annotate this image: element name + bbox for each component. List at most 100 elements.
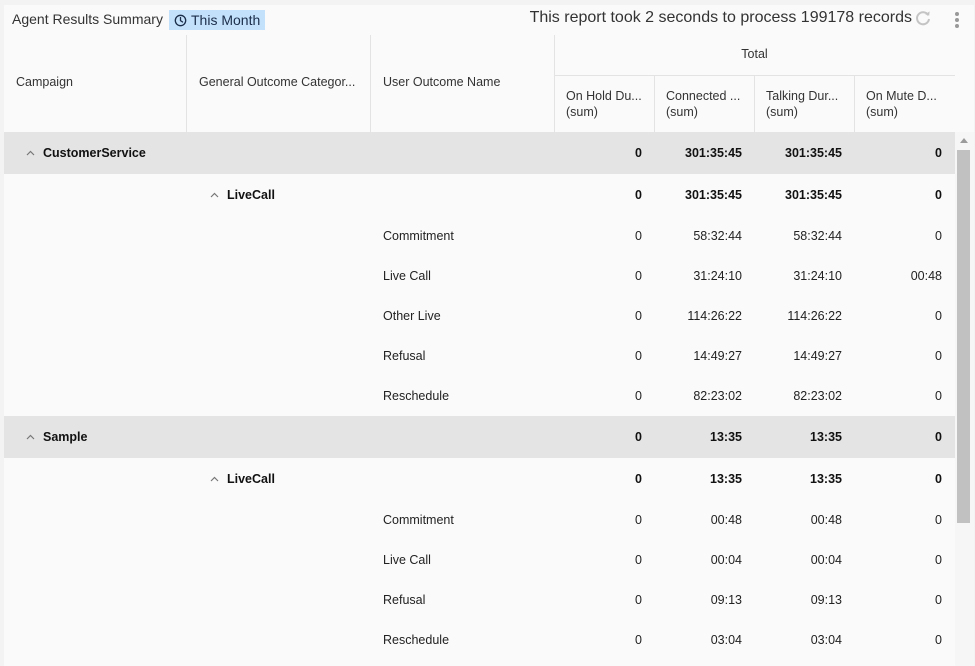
talking-cell: 58:32:44 [793, 229, 842, 243]
table-row[interactable]: Commitment 0 00:48 00:48 0 [4, 500, 955, 540]
period-label: This Month [191, 12, 261, 28]
report-title: Agent Results Summary [12, 11, 163, 27]
row-label: Other Live [383, 309, 441, 323]
connected-cell: 58:32:44 [693, 229, 742, 243]
column-header-on-hold[interactable]: On Hold Du... (sum) [566, 88, 650, 120]
outcome-name-cell: Commitment [383, 500, 454, 540]
column-header-talking[interactable]: Talking Dur... (sum) [766, 88, 850, 120]
on-hold-cell: 0 [635, 513, 642, 527]
on-hold-cell: 0 [635, 553, 642, 567]
column-header-outcome-category[interactable]: General Outcome Categor... [199, 75, 364, 89]
talking-cell: 31:24:10 [793, 269, 842, 283]
talking-cell: 114:26:22 [787, 309, 842, 323]
table-row[interactable]: Commitment 0 58:32:44 58:32:44 0 [4, 216, 955, 256]
talking-cell: 00:04 [810, 553, 842, 567]
on-mute-cell: 0 [935, 633, 942, 647]
on-hold-cell: 0 [635, 430, 642, 444]
campaign-group-row[interactable]: CustomerService 0 301:35:45 301:35:45 0 [4, 132, 955, 174]
category-group-row[interactable]: LiveCall 0 301:35:45 301:35:45 0 [4, 174, 955, 216]
on-mute-cell: 0 [935, 188, 942, 202]
scrollbar-thumb[interactable] [957, 150, 970, 523]
chevron-up-icon[interactable] [210, 192, 219, 198]
row-label: Commitment [383, 513, 454, 527]
vertical-scrollbar[interactable] [955, 132, 974, 666]
row-label: Reschedule [383, 389, 450, 403]
connected-cell: 13:35 [710, 472, 742, 486]
connected-cell: 00:04 [710, 553, 742, 567]
row-label: Live Call [383, 269, 431, 283]
campaign-cell[interactable]: Sample [26, 416, 87, 458]
connected-cell: 114:26:22 [687, 309, 742, 323]
table-row[interactable]: Other Live 0 114:26:22 114:26:22 0 [4, 296, 955, 336]
campaign-group-row[interactable]: Sample 0 13:35 13:35 0 [4, 416, 955, 458]
on-hold-cell: 0 [635, 593, 642, 607]
table-row[interactable]: Live Call 0 31:24:10 31:24:10 00:48 [4, 256, 955, 296]
on-mute-cell: 0 [935, 229, 942, 243]
column-header-connected[interactable]: Connected ... (sum) [666, 88, 750, 120]
on-mute-cell: 0 [935, 553, 942, 567]
on-mute-cell: 0 [935, 430, 942, 444]
column-header-label: Talking Dur... [766, 89, 839, 103]
arrow-up-icon[interactable] [960, 138, 968, 143]
table-row[interactable]: Live Call 0 00:04 00:04 0 [4, 540, 955, 580]
more-vertical-icon[interactable] [954, 12, 960, 28]
table-row[interactable]: Reschedule 0 82:23:02 82:23:02 0 [4, 376, 955, 416]
row-label: CustomerService [43, 146, 146, 160]
column-header-aggregate: (sum) [566, 105, 598, 119]
row-label: Live Call [383, 553, 431, 567]
outcome-name-cell: Live Call [383, 256, 431, 296]
on-hold-cell: 0 [635, 188, 642, 202]
category-group-row[interactable]: LiveCall 0 13:35 13:35 0 [4, 458, 955, 500]
connected-cell: 31:24:10 [693, 269, 742, 283]
on-hold-cell: 0 [635, 349, 642, 363]
outcome-name-cell: Reschedule [383, 376, 449, 416]
on-mute-cell: 0 [935, 349, 942, 363]
connected-cell: 09:13 [710, 593, 742, 607]
refresh-icon[interactable] [914, 9, 932, 27]
column-header-label: Connected ... [666, 89, 741, 103]
outcome-name-cell: Live Call [383, 540, 431, 580]
category-cell[interactable]: LiveCall [210, 458, 275, 500]
row-label: Reschedule [383, 633, 450, 647]
on-mute-cell: 00:48 [910, 269, 942, 283]
talking-cell: 301:35:45 [785, 146, 842, 160]
table-header: Campaign General Outcome Categor... User… [4, 35, 955, 132]
clock-icon [174, 14, 187, 26]
chevron-up-icon[interactable] [26, 434, 35, 440]
column-header-aggregate: (sum) [866, 105, 898, 119]
row-label: Commitment [383, 229, 454, 243]
column-header-campaign[interactable]: Campaign [16, 75, 181, 89]
talking-cell: 14:49:27 [793, 349, 842, 363]
on-hold-cell: 0 [635, 229, 642, 243]
talking-cell: 13:35 [810, 430, 842, 444]
chevron-up-icon[interactable] [210, 476, 219, 482]
talking-cell: 13:35 [810, 472, 842, 486]
on-mute-cell: 0 [935, 513, 942, 527]
on-mute-cell: 0 [935, 146, 942, 160]
row-label: LiveCall [227, 188, 275, 202]
report-header: Agent Results Summary This Month This re… [4, 5, 974, 35]
table-row[interactable]: Reschedule 0 03:04 03:04 0 [4, 620, 955, 660]
on-hold-cell: 0 [635, 389, 642, 403]
connected-cell: 03:04 [710, 633, 742, 647]
connected-cell: 14:49:27 [693, 349, 742, 363]
column-header-outcome-name[interactable]: User Outcome Name [383, 75, 548, 89]
table-row[interactable]: Refusal 0 14:49:27 14:49:27 0 [4, 336, 955, 376]
column-header-label: On Hold Du... [566, 89, 642, 103]
table-body: CustomerService 0 301:35:45 301:35:45 0 LiveC… [4, 132, 955, 666]
on-mute-cell: 0 [935, 593, 942, 607]
on-hold-cell: 0 [635, 146, 642, 160]
connected-cell: 13:35 [710, 430, 742, 444]
row-label: Refusal [383, 349, 426, 363]
outcome-name-cell: Commitment [383, 216, 454, 256]
category-cell[interactable]: LiveCall [210, 174, 275, 216]
column-group-total: Total [741, 47, 768, 61]
column-header-on-mute[interactable]: On Mute D... (sum) [866, 88, 946, 120]
table-row[interactable]: Refusal 0 09:13 09:13 0 [4, 580, 955, 620]
period-filter-badge[interactable]: This Month [169, 10, 266, 30]
on-hold-cell: 0 [635, 309, 642, 323]
campaign-cell[interactable]: CustomerService [26, 132, 146, 174]
chevron-up-icon[interactable] [26, 150, 35, 156]
talking-cell: 00:48 [810, 513, 842, 527]
report-panel: Agent Results Summary This Month This re… [4, 5, 974, 666]
